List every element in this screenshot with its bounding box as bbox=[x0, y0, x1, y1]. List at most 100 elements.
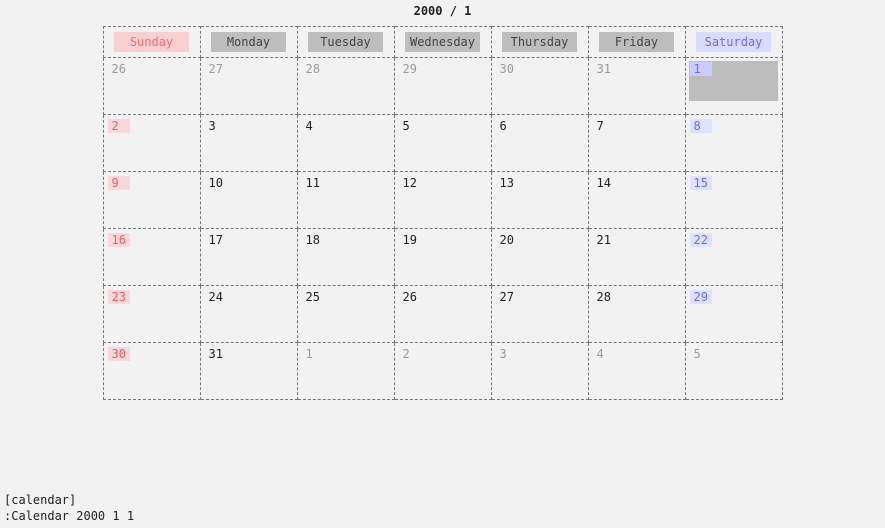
day-number: 29 bbox=[690, 290, 712, 304]
day-header-label: Saturday bbox=[696, 32, 771, 52]
day-number: 26 bbox=[108, 62, 130, 76]
calendar-day-cell[interactable]: 28 bbox=[588, 286, 685, 343]
calendar-day-cell[interactable]: 28 bbox=[297, 58, 394, 115]
day-number: 29 bbox=[399, 62, 421, 76]
calendar-week-row: 9 10 11 12 13 14 15 bbox=[103, 172, 782, 229]
day-number: 19 bbox=[399, 233, 421, 247]
day-header-label: Sunday bbox=[114, 32, 189, 52]
calendar-day-cell[interactable]: 5 bbox=[685, 343, 782, 400]
day-header-friday: Friday bbox=[588, 27, 685, 58]
day-number: 12 bbox=[399, 176, 421, 190]
calendar-day-cell[interactable]: 1 bbox=[297, 343, 394, 400]
calendar-day-cell[interactable]: 17 bbox=[200, 229, 297, 286]
calendar-day-cell[interactable]: 26 bbox=[103, 58, 200, 115]
calendar-day-cell[interactable]: 6 bbox=[491, 115, 588, 172]
calendar-day-cell[interactable]: 7 bbox=[588, 115, 685, 172]
day-header-label: Friday bbox=[599, 32, 674, 52]
calendar-day-cell[interactable]: 21 bbox=[588, 229, 685, 286]
day-header-label: Thursday bbox=[502, 32, 577, 52]
calendar-day-cell[interactable]: 30 bbox=[491, 58, 588, 115]
day-number: 4 bbox=[593, 347, 615, 361]
calendar-day-cell[interactable]: 29 bbox=[394, 58, 491, 115]
day-number: 30 bbox=[496, 62, 518, 76]
calendar-day-cell[interactable]: 2 bbox=[103, 115, 200, 172]
day-number: 26 bbox=[399, 290, 421, 304]
command-line[interactable]: :Calendar 2000 1 1 bbox=[4, 508, 134, 524]
day-number: 28 bbox=[302, 62, 324, 76]
day-number: 13 bbox=[496, 176, 518, 190]
calendar-day-cell[interactable]: 9 bbox=[103, 172, 200, 229]
calendar-day-cell[interactable]: 18 bbox=[297, 229, 394, 286]
calendar-day-cell[interactable]: 20 bbox=[491, 229, 588, 286]
calendar-day-cell[interactable]: 29 bbox=[685, 286, 782, 343]
day-header-thursday: Thursday bbox=[491, 27, 588, 58]
day-number: 7 bbox=[593, 119, 615, 133]
day-number: 27 bbox=[496, 290, 518, 304]
calendar-week-row: 2345678 bbox=[103, 115, 782, 172]
day-number: 8 bbox=[690, 119, 712, 133]
day-number: 14 bbox=[593, 176, 615, 190]
day-number: 23 bbox=[108, 290, 130, 304]
calendar-week-row: 16 17 18 19 20 21 22 bbox=[103, 229, 782, 286]
calendar-day-cell[interactable]: 16 bbox=[103, 229, 200, 286]
day-number: 3 bbox=[496, 347, 518, 361]
calendar-day-cell[interactable]: 10 bbox=[200, 172, 297, 229]
day-number: 9 bbox=[108, 176, 130, 190]
calendar-day-cell[interactable]: 1 bbox=[685, 58, 782, 115]
calendar-day-cell[interactable]: 4 bbox=[588, 343, 685, 400]
calendar-day-cell[interactable]: 25 bbox=[297, 286, 394, 343]
calendar-day-cell[interactable]: 27 bbox=[200, 58, 297, 115]
calendar-week-row: 23 24 25 26 27 28 29 bbox=[103, 286, 782, 343]
calendar-day-cell[interactable]: 5 bbox=[394, 115, 491, 172]
calendar-day-cell[interactable]: 11 bbox=[297, 172, 394, 229]
calendar-week-row: 26 27 28 29 30 31 1 bbox=[103, 58, 782, 115]
day-number: 25 bbox=[302, 290, 324, 304]
day-number: 24 bbox=[205, 290, 227, 304]
calendar-day-cell[interactable]: 4 bbox=[297, 115, 394, 172]
day-number: 22 bbox=[690, 233, 712, 247]
calendar-day-cell[interactable]: 22 bbox=[685, 229, 782, 286]
calendar-day-cell[interactable]: 3 bbox=[491, 343, 588, 400]
day-number: 2 bbox=[108, 119, 130, 133]
day-header-monday: Monday bbox=[200, 27, 297, 58]
day-number: 11 bbox=[302, 176, 324, 190]
calendar-table: Sunday Monday Tuesday Wednesday Thursday Frid… bbox=[103, 26, 783, 400]
calendar-day-cell[interactable]: 23 bbox=[103, 286, 200, 343]
calendar-day-cell[interactable]: 3 bbox=[200, 115, 297, 172]
calendar-day-cell[interactable]: 2 bbox=[394, 343, 491, 400]
day-number: 3 bbox=[205, 119, 227, 133]
day-number: 28 bbox=[593, 290, 615, 304]
day-header-wednesday: Wednesday bbox=[394, 27, 491, 58]
day-number: 15 bbox=[690, 176, 712, 190]
day-number: 1 bbox=[302, 347, 324, 361]
day-header-tuesday: Tuesday bbox=[297, 27, 394, 58]
day-number: 16 bbox=[108, 233, 130, 247]
calendar-day-cell[interactable]: 14 bbox=[588, 172, 685, 229]
calendar-day-cell[interactable]: 15 bbox=[685, 172, 782, 229]
calendar-day-cell[interactable]: 19 bbox=[394, 229, 491, 286]
calendar-day-cell[interactable]: 24 bbox=[200, 286, 297, 343]
day-number: 5 bbox=[399, 119, 421, 133]
calendar-week-row: 30 31 1 2 3 4 5 bbox=[103, 343, 782, 400]
day-number: 30 bbox=[108, 347, 130, 361]
day-header-label: Tuesday bbox=[308, 32, 383, 52]
calendar-day-cell[interactable]: 31 bbox=[588, 58, 685, 115]
day-number: 17 bbox=[205, 233, 227, 247]
day-header-label: Monday bbox=[211, 32, 286, 52]
mode-line: [calendar] bbox=[4, 492, 134, 508]
calendar-day-cell[interactable]: 8 bbox=[685, 115, 782, 172]
day-number: 21 bbox=[593, 233, 615, 247]
calendar-day-cell[interactable]: 30 bbox=[103, 343, 200, 400]
day-number: 10 bbox=[205, 176, 227, 190]
calendar-grid: Sunday Monday Tuesday Wednesday Thursday Frid… bbox=[103, 26, 783, 400]
calendar-day-cell[interactable]: 27 bbox=[491, 286, 588, 343]
calendar-day-cell[interactable]: 13 bbox=[491, 172, 588, 229]
calendar-day-cell[interactable]: 12 bbox=[394, 172, 491, 229]
day-number: 31 bbox=[205, 347, 227, 361]
day-number: 2 bbox=[399, 347, 421, 361]
day-header-label: Wednesday bbox=[405, 32, 480, 52]
calendar-day-cell[interactable]: 31 bbox=[200, 343, 297, 400]
calendar-day-cell[interactable]: 26 bbox=[394, 286, 491, 343]
day-number: 31 bbox=[593, 62, 615, 76]
calendar-title: 2000 / 1 bbox=[0, 0, 885, 26]
